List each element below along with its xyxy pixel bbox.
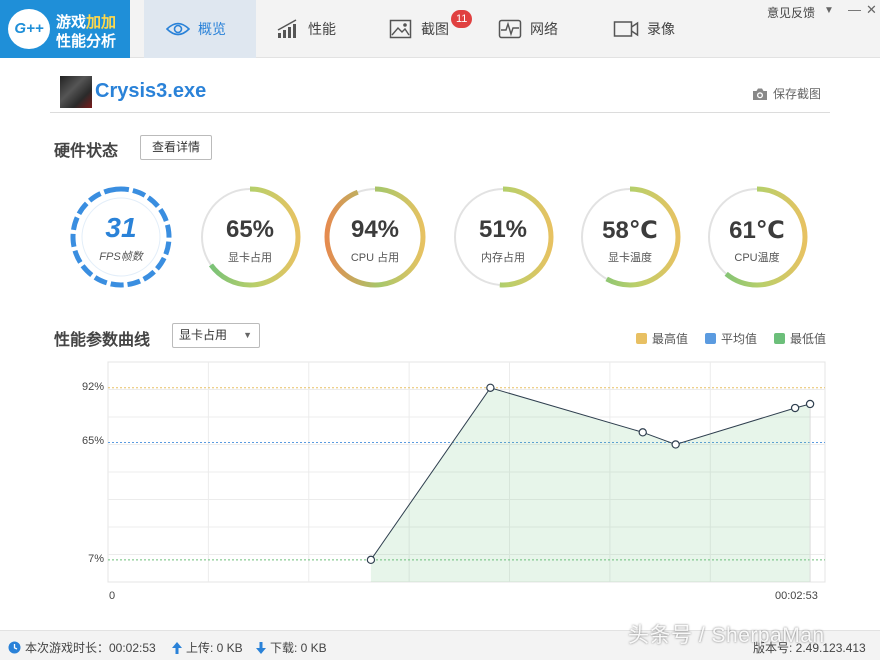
y-tick-label: 7% bbox=[88, 552, 104, 565]
series-point bbox=[805, 399, 815, 409]
performance-chart bbox=[107, 361, 826, 583]
status-bar: 本次游戏时长：00:02:53 上传: 0 KB 下载: 0 KB 版本号: 2… bbox=[0, 630, 880, 660]
x-axis-end-label: 00:02:53 bbox=[775, 590, 818, 602]
series-point bbox=[638, 428, 647, 437]
session-time-text: 本次游戏时长：00:02:53 bbox=[25, 641, 156, 655]
download-stat: 下载: 0 KB bbox=[256, 639, 327, 656]
upload-stat: 上传: 0 KB bbox=[172, 639, 243, 656]
version-text: 版本号: 2.49.123.413 bbox=[753, 641, 866, 655]
x-axis-start-label: 0 bbox=[109, 590, 116, 602]
arrow-down-icon bbox=[256, 641, 266, 654]
series-point bbox=[671, 440, 680, 449]
session-time: 本次游戏时长：00:02:53 bbox=[8, 639, 156, 656]
series-point bbox=[486, 383, 495, 392]
y-tick-label: 92% bbox=[81, 380, 104, 393]
download-text: 下载: 0 KB bbox=[270, 641, 327, 655]
clock-icon bbox=[8, 641, 21, 654]
arrow-up-icon bbox=[172, 641, 182, 654]
upload-text: 上传: 0 KB bbox=[186, 641, 243, 655]
series-point bbox=[366, 555, 376, 565]
y-tick-label: 65% bbox=[81, 435, 104, 448]
series-point bbox=[790, 403, 800, 413]
